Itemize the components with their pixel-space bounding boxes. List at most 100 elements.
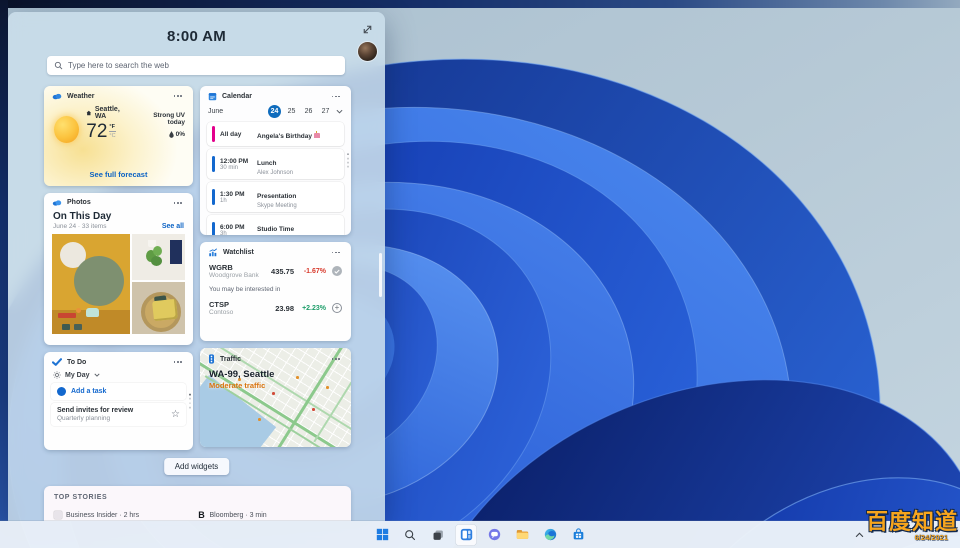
add-widgets-button[interactable]: Add widgets [163,458,230,475]
date-pill[interactable]: 27 [319,105,332,118]
traffic-widget[interactable]: Traffic WA-99, Seattle Moderate traffic [200,348,351,447]
user-avatar[interactable] [358,42,377,61]
unit-toggle[interactable]: °F °C [109,124,116,139]
add-to-watchlist-icon[interactable]: + [332,303,342,313]
tray-chevron-up-icon[interactable] [851,527,867,543]
calendar-widget[interactable]: Calendar June 24 25 26 27 All day Angela… [200,86,351,235]
droplet-icon [168,131,174,138]
file-explorer-button[interactable] [512,524,533,545]
edge-browser-button[interactable] [540,524,561,545]
store-icon [573,528,583,540]
stock-price: 435.75 [271,266,294,276]
calendar-event[interactable]: 1:30 PM 1h Presentation Skype Meeting [207,182,344,212]
watchlist-widget-icon [209,248,218,257]
widget-title: Photos [67,199,91,207]
news-story[interactable]: Business Insider · 2 hrs [54,511,198,519]
calendar-month: June [208,108,224,115]
widget-menu-button[interactable] [329,93,343,101]
stock-row[interactable]: WGRB Woodgrove Bank 435.75 -1.67% [200,259,351,283]
calendar-scroll-dots [346,153,349,168]
web-search-bar[interactable] [47,56,345,75]
chevron-down-icon[interactable] [336,109,343,114]
photos-widget[interactable]: Photos On This Day June 24 · 33 items Se… [44,193,193,345]
star-icon[interactable]: ☆ [171,409,180,420]
news-story[interactable]: B Bloomberg · 3 min [198,510,342,520]
desktop: 8:00 AM Type here to search the web Weat… [0,0,960,548]
calendar-event[interactable]: All day Angela's Birthday [207,122,344,146]
widget-menu-button[interactable] [329,355,343,363]
widget-menu-button[interactable] [171,358,185,366]
photo-thumbnail[interactable] [52,233,130,334]
widgets-grid: Weather Seattle, WA 72 °F °C Strong UV t… [44,86,351,450]
chat-icon [488,528,500,541]
add-task-label: Add a task [71,388,107,395]
search-input[interactable] [68,61,338,70]
widget-title: Weather [67,92,95,100]
add-task-button[interactable]: + Add a task [51,383,186,400]
task-subtitle: Quarterly planning [57,415,111,422]
stock-change: +2.23% [302,304,326,312]
widgets-panel: 8:00 AM Type here to search the web Weat… [8,12,385,521]
task-view-icon [433,530,443,540]
watchlist-widget[interactable]: Watchlist WGRB Woodgrove Bank 435.75 -1.… [200,242,351,341]
microsoft-store-button[interactable] [568,524,589,545]
bloomberg-logo: B [198,510,205,520]
widget-title: To Do [67,358,87,366]
chevron-down-icon [93,373,100,377]
stock-price: 23.98 [275,303,294,313]
plus-icon: + [57,387,66,396]
traffic-status: Moderate traffic [209,381,266,390]
weather-location: Seattle, WA [94,106,120,120]
list-name: My Day [65,371,90,379]
widget-title: Calendar [222,93,252,100]
task-item[interactable]: Send invites for review Quarterly planni… [51,403,186,426]
date-pill[interactable]: 25 [285,105,298,118]
added-check-icon[interactable] [332,266,342,276]
stock-row[interactable]: CTSP Contoso 23.98 +2.23% + [200,296,351,320]
weather-widget-icon [52,93,62,100]
photo-grid [44,233,193,334]
photos-meta: June 24 · 33 items [53,222,107,230]
todo-scroll-dots [188,393,191,409]
task-view-button[interactable] [428,524,449,545]
folder-icon [516,530,528,539]
calendar-event[interactable]: 12:00 PM 30 min Lunch Alex Johnson [207,149,344,179]
widgets-icon [460,528,472,541]
date-pill[interactable]: 26 [302,105,315,118]
widget-menu-button[interactable] [171,199,185,207]
stock-company: Contoso [209,309,234,316]
date-pill-selected[interactable]: 24 [268,105,281,118]
taskbar-search-button[interactable] [400,524,421,545]
event-color-bar [212,189,215,205]
see-all-link[interactable]: See all [162,223,184,230]
traffic-heading: WA-99, Seattle [209,369,275,380]
story-source: Bloomberg · 3 min [209,511,267,519]
todo-widget-icon [52,358,62,366]
weather-condition: Strong UV today [153,112,185,126]
widget-menu-button[interactable] [329,249,343,257]
precipitation-value: 0% [175,131,185,138]
event-color-bar [212,222,215,235]
business-insider-logo [54,511,62,519]
my-day-selector[interactable]: My Day [44,368,193,383]
weather-widget[interactable]: Weather Seattle, WA 72 °F °C Strong UV t… [44,86,193,186]
expand-icon [363,25,371,33]
photos-widget-icon [52,200,62,207]
todo-widget[interactable]: To Do My Day + Add a task Send invites f… [44,352,193,450]
stock-change: -1.67% [303,267,326,275]
taskbar [0,521,960,548]
home-location-icon [86,110,92,116]
story-source: Business Insider · 2 hrs [66,511,140,519]
search-icon [405,529,416,540]
photo-thumbnail[interactable] [132,233,185,280]
widget-menu-button[interactable] [171,92,185,100]
photo-thumbnail[interactable] [132,281,185,334]
see-full-forecast-link[interactable]: See full forecast [44,170,193,179]
panel-scrollbar[interactable] [379,253,382,297]
widgets-button[interactable] [455,524,477,545]
edge-icon [544,528,556,541]
chat-button[interactable] [484,524,505,545]
expand-panel-button[interactable] [358,20,376,38]
calendar-event[interactable]: 6:00 PM3h Studio TimeConf Rm 32/35 [207,215,344,235]
start-button[interactable] [372,524,393,545]
